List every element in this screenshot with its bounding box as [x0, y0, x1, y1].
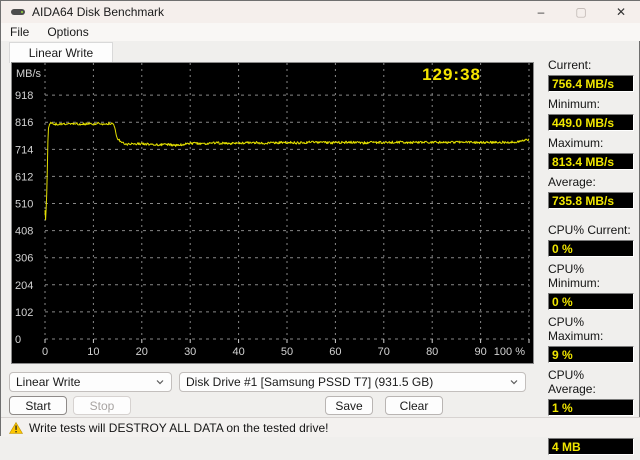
stat-cpu-average: CPU% Average: 1 %	[548, 368, 634, 416]
stat-label: Average:	[548, 175, 596, 189]
svg-text:90: 90	[474, 346, 486, 358]
svg-text:80: 80	[426, 346, 438, 358]
svg-text:102: 102	[15, 307, 33, 319]
start-button[interactable]: Start	[9, 396, 67, 415]
stat-minimum: Minimum: 449.0 MB/s	[548, 97, 634, 131]
menu-options[interactable]: Options	[38, 23, 97, 41]
stat-cpu-maximum: CPU% Maximum: 9 %	[548, 315, 634, 363]
svg-text:50: 50	[281, 346, 293, 358]
aida64-disk-benchmark-window: { "window": { "title": "AIDA64 Disk Benc…	[0, 0, 640, 455]
svg-text:0: 0	[42, 346, 48, 358]
app-icon	[11, 9, 25, 15]
stats-panel: Current: 756.4 MB/s Minimum: 449.0 MB/s …	[548, 58, 634, 460]
svg-text:816: 816	[15, 117, 33, 129]
test-type-value: Linear Write	[16, 375, 81, 389]
title-bar: AIDA64 Disk Benchmark – ▢ ✕	[1, 1, 640, 23]
minimize-button[interactable]: –	[521, 1, 561, 23]
svg-text:510: 510	[15, 199, 33, 211]
svg-text:306: 306	[15, 253, 33, 265]
stat-label: Minimum:	[548, 97, 601, 111]
svg-text:40: 40	[232, 346, 244, 358]
stat-label: Maximum:	[548, 136, 604, 150]
window-title: AIDA64 Disk Benchmark	[32, 5, 165, 19]
stat-value: 4 MB	[548, 438, 634, 455]
clear-button[interactable]: Clear	[385, 396, 443, 415]
menu-bar: File Options	[1, 23, 640, 41]
stat-value: 0 %	[548, 240, 634, 257]
svg-text:204: 204	[15, 280, 33, 292]
tab-linear-write[interactable]: Linear Write	[9, 42, 113, 63]
svg-text:0: 0	[15, 334, 21, 346]
svg-text:30: 30	[184, 346, 196, 358]
stat-value: 756.4 MB/s	[548, 75, 634, 92]
stat-value: 735.8 MB/s	[548, 192, 634, 209]
stat-label: CPU% Maximum:	[548, 315, 604, 343]
stat-label: CPU% Average:	[548, 368, 596, 396]
chart-canvas: 0 102 204 306 408 510 612 714 816 918 0 10 20 30 40 50 6…	[15, 63, 530, 358]
save-button[interactable]: Save	[325, 396, 373, 415]
stat-label: CPU% Current:	[548, 223, 631, 237]
maximize-button: ▢	[575, 5, 587, 19]
close-button[interactable]: ✕	[601, 1, 640, 23]
stat-maximum: Maximum: 813.4 MB/s	[548, 136, 634, 170]
stat-label: Current:	[548, 58, 592, 72]
stat-average: Average: 735.8 MB/s	[548, 175, 634, 209]
stop-button: Stop	[73, 396, 131, 415]
svg-text:60: 60	[329, 346, 341, 358]
drive-value: Disk Drive #1 [Samsung PSSD T7] (931.5 G…	[186, 375, 434, 389]
chart-unit-label: MB/s	[16, 68, 42, 80]
svg-text:408: 408	[15, 226, 33, 238]
warning-icon	[9, 421, 23, 434]
stat-value: 449.0 MB/s	[548, 114, 634, 131]
menu-file[interactable]: File	[1, 23, 38, 41]
svg-text:100 %: 100 %	[494, 346, 525, 358]
elapsed-timer: 129:38	[422, 65, 481, 84]
benchmark-chart: 0 102 204 306 408 510 612 714 816 918 0 10 20 30 40 50 6…	[11, 62, 534, 364]
stat-value: 813.4 MB/s	[548, 153, 634, 170]
svg-text:20: 20	[136, 346, 148, 358]
status-bar: Write tests will DESTROY ALL DATA on the…	[1, 417, 640, 437]
stat-current: Current: 756.4 MB/s	[548, 58, 634, 92]
stat-cpu-minimum: CPU% Minimum: 0 %	[548, 262, 634, 310]
svg-text:10: 10	[87, 346, 99, 358]
stat-cpu-current: CPU% Current: 0 %	[548, 223, 634, 257]
chevron-down-icon	[156, 380, 164, 385]
stat-value: 1 %	[548, 399, 634, 416]
svg-text:70: 70	[378, 346, 390, 358]
svg-text:612: 612	[15, 171, 33, 183]
drive-select[interactable]: Disk Drive #1 [Samsung PSSD T7] (931.5 G…	[179, 372, 526, 392]
test-type-select[interactable]: Linear Write	[9, 372, 172, 392]
stat-label: CPU% Minimum:	[548, 262, 601, 290]
stat-value: 9 %	[548, 346, 634, 363]
chevron-down-icon	[510, 380, 518, 385]
svg-text:918: 918	[15, 90, 33, 102]
warning-text: Write tests will DESTROY ALL DATA on the…	[29, 420, 329, 435]
svg-text:714: 714	[15, 144, 33, 156]
stat-value: 0 %	[548, 293, 634, 310]
